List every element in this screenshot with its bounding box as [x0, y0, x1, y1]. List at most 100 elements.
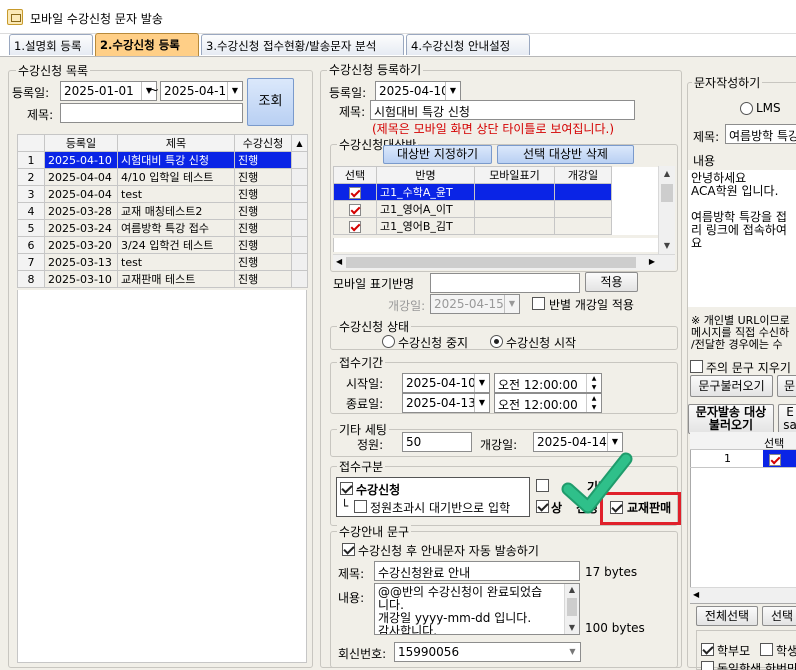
table-row[interactable]: 고1_영어B_김T — [333, 217, 659, 235]
row-checkbox[interactable] — [349, 186, 361, 199]
tab-course-registration[interactable]: 2.수강신청 등록 — [95, 33, 199, 56]
scroll-thumb[interactable] — [567, 598, 577, 616]
sibling-checkbox[interactable] — [701, 661, 714, 670]
table-row[interactable]: 8 2025-03-10 교재판매 테스트 진행 — [17, 270, 308, 288]
student-checkbox[interactable] — [760, 643, 773, 656]
msg-title-label: 제목: — [693, 130, 720, 144]
class-vscroll[interactable]: ▲ ▼ — [658, 166, 675, 254]
target-col-select[interactable]: 선택 — [764, 435, 784, 451]
chevron-down-icon[interactable]: ▼ — [504, 295, 519, 313]
table-row[interactable]: 5 2025-03-24 여름방학 특강 접수 진행 — [17, 219, 308, 237]
chevron-down-icon[interactable]: ▼ — [474, 374, 489, 392]
list-date-from[interactable]: 2025-01-01 ▼ — [60, 81, 157, 101]
kind-waiting-prefix: └ — [341, 499, 349, 513]
scroll-thumb[interactable] — [661, 184, 673, 202]
select-button[interactable]: 선택 — [762, 606, 796, 626]
status-start-label: 수강신청 시작 — [506, 336, 577, 350]
reg-title-label: 제목: — [339, 105, 366, 119]
clear-notice-checkbox[interactable] — [690, 360, 703, 373]
row-checkbox[interactable] — [769, 453, 781, 466]
period-title: 접수기간 — [337, 354, 386, 371]
end-date-select[interactable]: 2025-04-13 ▼ — [402, 393, 490, 413]
time-spinner[interactable]: ▲ ▼ — [586, 374, 601, 392]
kind-consult-checkbox[interactable] — [536, 500, 549, 513]
chevron-down-icon[interactable]: ▼ — [227, 82, 242, 100]
col-title[interactable]: 제목 — [117, 134, 235, 152]
scroll-up-icon[interactable]: ▲ — [659, 166, 675, 182]
delete-class-button[interactable]: 선택 대상반 삭제 — [497, 145, 634, 164]
end-time-input[interactable]: 오전 12:00:00 ▲ ▼ — [494, 393, 602, 413]
start-time-input[interactable]: 오전 12:00:00 ▲ ▼ — [494, 373, 602, 393]
table-row[interactable]: 3 2025-04-04 test 진행 — [17, 185, 308, 203]
row-checkbox[interactable] — [349, 203, 361, 216]
targets-button-2[interactable]: Esa — [778, 404, 796, 434]
parent-checkbox[interactable] — [701, 643, 714, 656]
hscroll-thumb[interactable] — [346, 257, 636, 268]
reg-title-input[interactable]: 시험대비 특강 신청 — [370, 100, 635, 120]
guide-vscroll[interactable]: ▲ ▼ — [564, 584, 579, 634]
scroll-left-icon[interactable]: ◀ — [336, 257, 342, 266]
kind-partial-checkbox[interactable] — [536, 479, 549, 492]
list-date-to[interactable]: 2025-04-11 ▼ — [160, 81, 243, 101]
scroll-up-icon[interactable]: ▲ — [291, 134, 308, 152]
scroll-right-icon[interactable]: ▶ — [649, 257, 655, 266]
guide-title-bytes: 17 bytes — [585, 565, 638, 579]
chevron-down-icon[interactable]: ▼ — [565, 643, 580, 661]
table-row[interactable]: 고1_수학A_윤T — [333, 183, 659, 201]
chevron-down-icon[interactable]: ▼ — [474, 394, 489, 412]
load-targets-button[interactable]: 문자발송 대상 불러오기 — [688, 404, 774, 434]
table-row[interactable]: 1 — [690, 450, 796, 468]
callback-select[interactable]: 15990056 ▼ — [394, 642, 581, 662]
table-row[interactable]: 고1_영어A_이T — [333, 200, 659, 218]
target-hscroll[interactable]: ◀ — [690, 587, 796, 603]
course-list-table: 등록일 제목 수강신청 ▲ 1 2025-04-10 시험대비 특강 신청 진행 22… — [17, 134, 308, 288]
row-checkbox[interactable] — [349, 220, 361, 233]
table-row[interactable]: 4 2025-03-28 교재 매칭테스트2 진행 — [17, 202, 308, 220]
msg-title-input[interactable]: 여름방학 특강 — [725, 124, 796, 144]
message-compose-title: 문자작성하기 — [692, 74, 763, 91]
msg-content-textarea[interactable]: 안녕하세요 ACA학원 입니다. 여름방학 특강을 접 리 링크에 접속하여 요 — [688, 170, 796, 307]
open-date-select[interactable]: 2025-04-15 ▼ — [430, 294, 520, 314]
col-status[interactable]: 수강신청 — [234, 134, 292, 152]
table-row[interactable]: 1 2025-04-10 시험대비 특강 신청 진행 — [17, 151, 308, 169]
class-hscroll[interactable]: ◀ ▶ — [333, 254, 675, 270]
list-title-input[interactable] — [60, 103, 243, 123]
col-select[interactable]: 선택 — [333, 166, 377, 184]
col-date[interactable]: 등록일 — [44, 134, 118, 152]
scroll-up-icon[interactable]: ▲ — [565, 584, 579, 596]
scroll-down-icon[interactable]: ▼ — [659, 238, 675, 254]
capacity-input[interactable]: 50 — [402, 432, 472, 452]
table-row[interactable]: 2 2025-04-04 4/10 입학일 테스트 진행 — [17, 168, 308, 186]
col-class-name[interactable]: 반명 — [376, 166, 475, 184]
col-open-date[interactable]: 개강일 — [554, 166, 612, 184]
chevron-down-icon[interactable]: ▼ — [445, 82, 460, 100]
per-class-checkbox[interactable] — [532, 297, 545, 310]
kind-waiting-checkbox[interactable] — [354, 500, 367, 513]
time-spinner[interactable]: ▲ ▼ — [586, 394, 601, 412]
phrase-button-2[interactable]: 문 — [777, 375, 796, 397]
status-stop-radio[interactable] — [382, 335, 395, 348]
start-date-select[interactable]: 2025-04-10 ▼ — [402, 373, 490, 393]
scroll-left-icon[interactable]: ◀ — [693, 590, 699, 599]
tab-status-analysis[interactable]: 3.수강신청 접수현황/발송문자 분석 — [201, 34, 404, 55]
scroll-down-icon[interactable]: ▼ — [565, 622, 579, 634]
kind-main-checkbox[interactable] — [340, 482, 353, 495]
register-title: 수강신청 등록하기 — [327, 61, 424, 78]
search-button[interactable]: 조회 — [247, 78, 294, 126]
assign-class-button[interactable]: 대상반 지정하기 — [383, 145, 492, 164]
reg-date-select[interactable]: 2025-04-10 ▼ — [375, 81, 461, 101]
guide-title-input[interactable]: 수강신청완료 안내 — [374, 561, 580, 581]
mobile-name-input[interactable] — [430, 273, 580, 293]
table-row[interactable]: 7 2025-03-13 test 진행 — [17, 253, 308, 271]
apply-button[interactable]: 적용 — [585, 272, 638, 292]
load-phrase-button[interactable]: 문구불러오기 — [690, 375, 773, 397]
table-row[interactable]: 6 2025-03-20 3/24 입학건 테스트 진행 — [17, 236, 308, 254]
select-all-button[interactable]: 전체선택 — [696, 606, 758, 626]
tab-seminar[interactable]: 1.설명회 등록 — [9, 34, 93, 55]
status-start-radio[interactable] — [490, 335, 503, 348]
guide-auto-checkbox[interactable] — [342, 543, 355, 556]
guide-content-textarea[interactable]: @@반의 수강신청이 완료되었습 니다. 개강일 yyyy-mm-dd 입니다.… — [374, 583, 580, 635]
col-mobile[interactable]: 모바일표기 — [474, 166, 555, 184]
lms-radio[interactable] — [740, 102, 753, 115]
tab-guide-settings[interactable]: 4.수강신청 안내설정 — [406, 34, 530, 55]
